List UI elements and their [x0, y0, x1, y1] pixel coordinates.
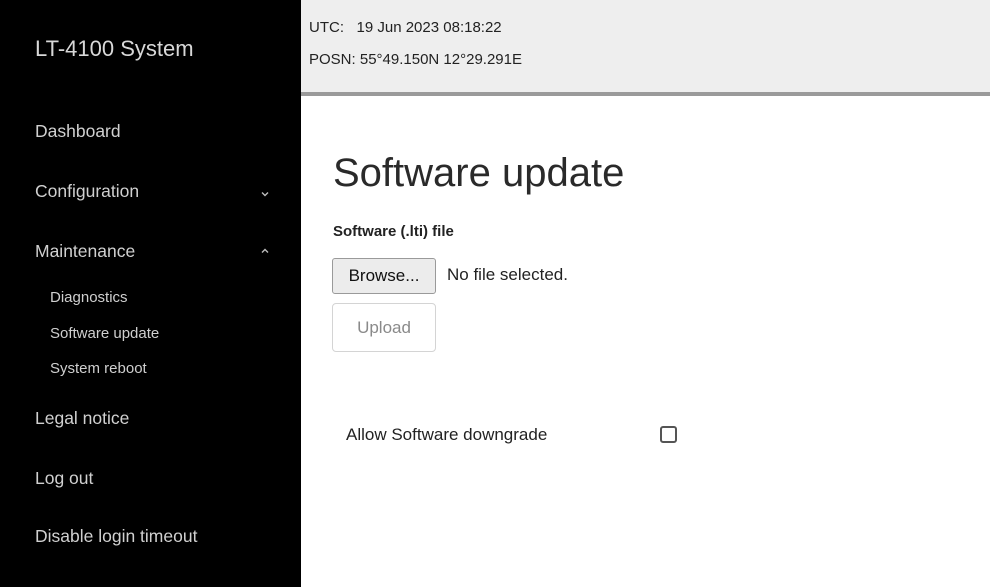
page-title: Software update: [333, 151, 625, 195]
brand-title: LT-4100 System: [35, 36, 194, 61]
posn-value: 55°49.150N 12°29.291E: [359, 51, 522, 68]
file-field-label: Software (.lti) file: [333, 223, 454, 240]
sidebar-subitem-diagnostics[interactable]: Diagnostics: [50, 289, 128, 306]
browse-button[interactable]: Browse...: [332, 258, 436, 294]
sidebar: LT-4100 System Dashboard Configuration M…: [0, 0, 301, 587]
chevron-down-icon[interactable]: [259, 188, 271, 200]
no-file-selected-text: No file selected.: [447, 265, 568, 284]
utc-label: UTC:: [309, 19, 344, 36]
utc-value: 19 Jun 2023 08:18:22: [356, 19, 502, 36]
allow-downgrade-checkbox[interactable]: [660, 426, 677, 443]
status-bar: UTC: 19 Jun 2023 08:18:22 POSN: 55°49.15…: [301, 0, 990, 96]
sidebar-item-disable-login-timeout[interactable]: Disable login timeout: [35, 526, 197, 547]
posn-label: POSN:: [309, 51, 356, 68]
sidebar-item-legal-notice[interactable]: Legal notice: [35, 408, 129, 429]
upload-button[interactable]: Upload: [332, 303, 436, 352]
utc-line: UTC: 19 Jun 2023 08:18:22: [309, 19, 502, 36]
sidebar-item-log-out[interactable]: Log out: [35, 468, 93, 489]
chevron-up-icon[interactable]: [259, 245, 271, 257]
sidebar-item-configuration[interactable]: Configuration: [35, 181, 139, 202]
sidebar-item-dashboard[interactable]: Dashboard: [35, 121, 121, 142]
allow-downgrade-label: Allow Software downgrade: [346, 425, 548, 444]
sidebar-subitem-system-reboot[interactable]: System reboot: [50, 360, 147, 377]
sidebar-subitem-software-update[interactable]: Software update: [50, 325, 159, 342]
position-line: POSN: 55°49.150N 12°29.291E: [309, 51, 522, 68]
sidebar-item-maintenance[interactable]: Maintenance: [35, 241, 135, 262]
